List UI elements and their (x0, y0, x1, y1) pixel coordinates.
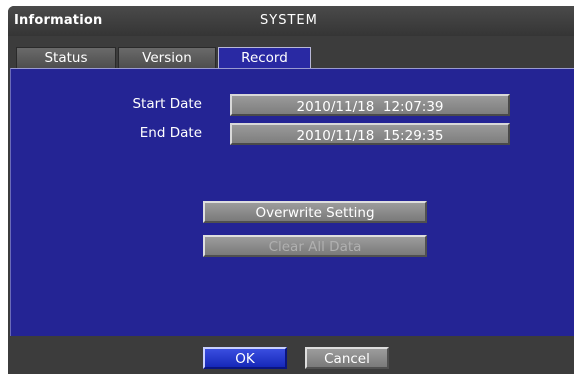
tab-record[interactable]: Record (218, 47, 311, 69)
tab-version[interactable]: Version (118, 47, 216, 68)
ok-button[interactable]: OK (203, 347, 287, 369)
start-date-field: 2010/11/18 12:07:39 (230, 94, 510, 116)
clear-all-data-button: Clear All Data (203, 235, 427, 257)
app-title: Information (14, 13, 103, 28)
title-bar: Information SYSTEM (8, 6, 574, 36)
tab-status[interactable]: Status (16, 47, 116, 68)
overwrite-setting-button[interactable]: Overwrite Setting (203, 201, 427, 223)
start-date-label: Start Date (132, 96, 202, 112)
end-date-field: 2010/11/18 15:29:35 (230, 123, 510, 145)
end-date-label: End Date (139, 125, 202, 141)
cancel-button[interactable]: Cancel (305, 347, 389, 369)
dialog-title: SYSTEM (260, 13, 318, 28)
